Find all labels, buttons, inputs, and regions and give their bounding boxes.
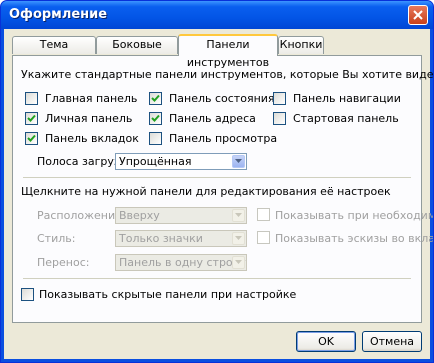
style-value: Только значки	[119, 232, 203, 245]
style-label: Стиль:	[37, 232, 76, 245]
address-bar-label[interactable]: Панель адреса	[169, 112, 256, 125]
view-bar-label[interactable]: Панель просмотра	[169, 132, 277, 145]
tab-sidebars[interactable]: Боковые панели	[96, 36, 178, 67]
progress-bar-select[interactable]: Упрощённая	[115, 153, 247, 170]
main-toolbar-label[interactable]: Главная панель	[45, 92, 137, 105]
toolbars-panel: Укажите стандартные панели инструментов,…	[12, 55, 433, 323]
tab-buttons[interactable]: Кнопки	[278, 36, 324, 54]
show-thumbnails-checkbox[interactable]	[257, 231, 270, 244]
chevron-down-icon	[235, 260, 242, 264]
checkmark-icon	[151, 94, 160, 102]
chevron-down-icon	[235, 213, 242, 217]
placement-label: Расположение:	[37, 209, 126, 222]
start-bar-label[interactable]: Стартовая панель	[293, 112, 399, 125]
personal-bar-checkbox[interactable]	[25, 112, 38, 125]
checkmark-icon	[27, 114, 36, 122]
wrap-value: Панель в одну строку	[119, 256, 246, 269]
style-select[interactable]: Только значки	[115, 230, 247, 247]
status-bar-label[interactable]: Панель состояния	[169, 92, 275, 105]
dialog-client: Тема оформления Боковые панели Панели ин…	[4, 29, 433, 359]
show-hidden-checkbox[interactable]	[21, 288, 34, 301]
checkmark-icon	[27, 134, 36, 142]
dialog-window: Оформление Тема оформления Боковые панел…	[0, 0, 434, 363]
title-bar[interactable]: Оформление	[1, 1, 433, 29]
wrap-label: Перенос:	[37, 256, 90, 269]
cancel-button[interactable]: Отмена	[362, 331, 422, 352]
close-button[interactable]	[408, 5, 428, 25]
separator	[23, 177, 411, 178]
show-hidden-label[interactable]: Показывать скрытые панели при настройке	[39, 288, 296, 301]
separator	[23, 278, 411, 279]
dropdown-arrow	[232, 209, 245, 222]
show-when-needed-checkbox[interactable]	[257, 208, 270, 221]
tab-bar-label[interactable]: Панель вкладок	[45, 132, 139, 145]
progress-bar-value: Упрощённая	[119, 155, 192, 168]
address-bar-checkbox[interactable]	[149, 112, 162, 125]
chevron-down-icon	[235, 159, 242, 163]
edit-prompt: Щелкните на нужной панели для редактиров…	[21, 185, 391, 198]
window-title: Оформление	[9, 7, 108, 22]
show-thumbnails-label[interactable]: Показывать эскизы во вкладках	[275, 232, 433, 245]
tab-bar-checkbox[interactable]	[25, 132, 38, 145]
dropdown-arrow	[232, 232, 245, 245]
tab-toolbars[interactable]: Панели инструментов	[178, 34, 278, 69]
show-when-needed-label[interactable]: Показывать при необходимости	[275, 209, 433, 222]
dropdown-arrow[interactable]	[232, 155, 245, 168]
status-bar-checkbox[interactable]	[149, 92, 162, 105]
chevron-down-icon	[235, 236, 242, 240]
close-icon	[413, 10, 423, 20]
start-bar-checkbox[interactable]	[273, 112, 286, 125]
navigation-bar-label[interactable]: Панель навигации	[293, 92, 401, 105]
view-bar-checkbox[interactable]	[149, 132, 162, 145]
dropdown-arrow	[232, 256, 245, 269]
main-toolbar-checkbox[interactable]	[25, 92, 38, 105]
personal-bar-label[interactable]: Личная панель	[45, 112, 132, 125]
checkmark-icon	[151, 114, 160, 122]
ok-button[interactable]: OK	[296, 331, 356, 352]
navigation-bar-checkbox[interactable]	[273, 92, 286, 105]
wrap-select[interactable]: Панель в одну строку	[115, 254, 247, 271]
placement-select[interactable]: Вверху	[115, 207, 247, 224]
placement-value: Вверху	[119, 209, 160, 222]
tab-theme[interactable]: Тема оформления	[12, 36, 96, 67]
